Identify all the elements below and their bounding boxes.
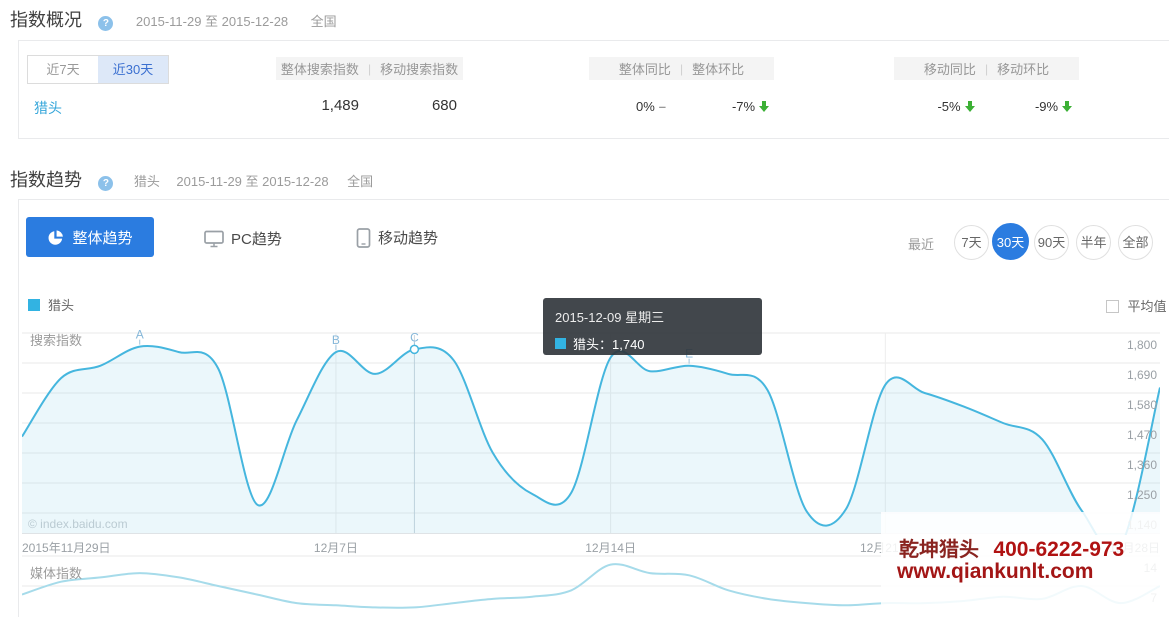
col-header-overall-mom: 整体环比: [692, 62, 745, 77]
col-header-total-search: 整体搜索指数: [280, 62, 359, 77]
col-header-mobile-yoy: 移动同比: [923, 62, 976, 77]
chart-tooltip: 2015-12-09 星期三 猎头：1,740: [543, 298, 762, 355]
watermark-overlay: 乾坤猎头 400-6222-973 www.qiankunlt.com: [881, 512, 1169, 617]
overview-section-header: 指数概况 ? 2015-11-29 至 2015-12-28 全国: [10, 6, 337, 32]
pie-chart-icon: [47, 229, 64, 246]
chip-half-year[interactable]: 半年: [1076, 225, 1111, 260]
series-color-swatch: [555, 338, 566, 349]
monitor-icon: [204, 230, 224, 248]
stat-header-mobile-compare: 移动同比 | 移动环比: [894, 57, 1079, 80]
legend-series-label: 猎头: [48, 298, 75, 313]
header-divider: |: [367, 61, 372, 76]
tab-overall-trend-label: 整体趋势: [72, 229, 133, 247]
chip-30-days[interactable]: 30天: [992, 223, 1029, 260]
down-arrow-icon: [964, 101, 975, 112]
header-divider: |: [984, 61, 989, 76]
search-index-chart[interactable]: ABCE: [22, 325, 1160, 535]
mobile-icon: [356, 227, 371, 248]
tab-pc-trend-label: PC趋势: [231, 231, 282, 248]
stat-mobile-mom: -9%: [1016, 99, 1091, 114]
average-checkbox[interactable]: [1106, 300, 1119, 313]
series-color-swatch: [28, 298, 40, 311]
trend-keyword: 猎头: [133, 174, 160, 189]
col-header-mobile-mom: 移动环比: [997, 62, 1050, 77]
baidu-index-page: 指数概况 ? 2015-11-29 至 2015-12-28 全国 近7天 近3…: [0, 0, 1169, 617]
tab-last-30-days[interactable]: 近30天: [98, 56, 168, 83]
down-arrow-icon: [759, 101, 770, 112]
media-index-panel-label: 媒体指数: [30, 566, 83, 581]
help-icon[interactable]: ?: [98, 16, 114, 31]
tab-mobile-trend[interactable]: 移动趋势: [356, 227, 438, 248]
tab-overall-trend[interactable]: 整体趋势: [26, 217, 154, 257]
average-checkbox-label: 平均值: [1127, 299, 1167, 314]
overview-card: 近7天 近30天 猎头 整体搜索指数 | 移动搜索指数 整体同比 | 整体环比 …: [18, 40, 1169, 139]
watermark-website: www.qiankunlt.com: [897, 560, 1094, 583]
stat-value: -9%: [1034, 99, 1059, 114]
svg-text:B: B: [332, 333, 340, 347]
col-header-overall-yoy: 整体同比: [618, 62, 671, 77]
stat-overall-yoy: 0% –: [616, 99, 686, 114]
recent-label: 最近: [908, 237, 935, 252]
tooltip-series-row: 猎头：1,740: [555, 334, 750, 353]
trend-region: 全国: [347, 174, 374, 189]
down-arrow-icon: [1062, 101, 1073, 112]
svg-text:A: A: [136, 328, 144, 342]
overview-date-range: 2015-11-29 至 2015-12-28: [135, 14, 289, 29]
stat-mobile-yoy: -5%: [921, 99, 991, 114]
tab-last-7-days[interactable]: 近7天: [28, 56, 98, 83]
stat-value: -7%: [731, 99, 756, 114]
chip-90-days[interactable]: 90天: [1034, 225, 1069, 260]
tooltip-series-value: 猎头：1,740: [573, 337, 645, 352]
legend-item[interactable]: 猎头: [28, 295, 74, 314]
stat-overall-mom: -7%: [713, 99, 788, 114]
stat-value: 0%: [635, 99, 655, 114]
trend-section-header: 指数趋势 ? 猎头 2015-11-29 至 2015-12-28 全国: [10, 166, 373, 192]
trend-flat-icon: –: [658, 99, 667, 114]
chip-all[interactable]: 全部: [1118, 225, 1153, 260]
average-toggle[interactable]: 平均值: [1106, 296, 1166, 316]
stat-total-search-value: 1,489: [321, 97, 359, 114]
watermark-company: 乾坤猎头: [899, 539, 979, 561]
keyword-link[interactable]: 猎头: [34, 98, 62, 118]
trend-date-range: 2015-11-29 至 2015-12-28: [176, 174, 329, 189]
chip-7-days[interactable]: 7天: [954, 225, 989, 260]
tooltip-date: 2015-12-09 星期三: [555, 310, 665, 325]
watermark-phone: 400-6222-973: [993, 538, 1125, 561]
stat-header-search: 整体搜索指数 | 移动搜索指数: [276, 57, 463, 80]
stat-value: -5%: [937, 99, 961, 114]
overview-range-tabs: 近7天 近30天: [27, 55, 169, 84]
tab-pc-trend[interactable]: PC趋势: [204, 228, 282, 249]
stat-header-overall-compare: 整体同比 | 整体环比: [589, 57, 774, 80]
overview-region: 全国: [310, 14, 337, 29]
trend-title: 指数趋势: [10, 170, 82, 190]
overview-title: 指数概况: [10, 10, 82, 30]
stat-mobile-search-value: 680: [431, 97, 457, 114]
svg-text:C: C: [410, 330, 419, 344]
help-icon[interactable]: ?: [98, 176, 114, 191]
watermark-company-line: 乾坤猎头 400-6222-973: [899, 533, 1124, 562]
col-header-mobile-search: 移动搜索指数: [380, 62, 459, 77]
header-divider: |: [679, 61, 684, 76]
tab-mobile-trend-label: 移动趋势: [378, 230, 439, 247]
